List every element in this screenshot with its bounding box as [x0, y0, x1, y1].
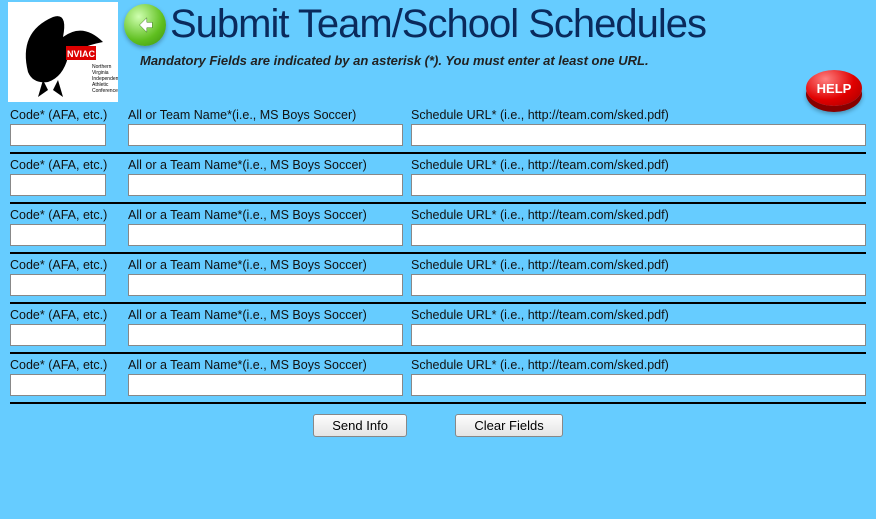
schedule-row: Code* (AFA, etc.) All or a Team Name*(i.…: [10, 306, 866, 354]
svg-text:NVIAC: NVIAC: [67, 49, 96, 59]
url-input[interactable]: [411, 124, 866, 146]
team-input[interactable]: [128, 224, 403, 246]
svg-text:Conference: Conference: [92, 88, 118, 94]
code-label: Code* (AFA, etc.): [10, 308, 120, 322]
schedule-row: Code* (AFA, etc.) All or a Team Name*(i.…: [10, 256, 866, 304]
send-info-button[interactable]: Send Info: [313, 414, 407, 437]
code-label: Code* (AFA, etc.): [10, 208, 120, 222]
team-label: All or a Team Name*(i.e., MS Boys Soccer…: [128, 308, 403, 322]
url-input[interactable]: [411, 274, 866, 296]
team-label: All or a Team Name*(i.e., MS Boys Soccer…: [128, 258, 403, 272]
url-label: Schedule URL* (i.e., http://team.com/ske…: [411, 158, 866, 172]
code-input[interactable]: [10, 274, 106, 296]
code-label: Code* (AFA, etc.): [10, 158, 120, 172]
schedule-row: Code* (AFA, etc.) All or Team Name*(i.e.…: [10, 106, 866, 154]
team-input[interactable]: [128, 174, 403, 196]
code-input[interactable]: [10, 174, 106, 196]
code-input[interactable]: [10, 224, 106, 246]
back-button[interactable]: [124, 4, 166, 46]
schedule-row: Code* (AFA, etc.) All or a Team Name*(i.…: [10, 356, 866, 404]
team-label: All or Team Name*(i.e., MS Boys Soccer): [128, 108, 403, 122]
code-label: Code* (AFA, etc.): [10, 358, 120, 372]
subtitle: Mandatory Fields are indicated by an ast…: [140, 53, 868, 68]
nviac-logo: NVIAC Northern Virginia Independent Athl…: [8, 2, 118, 102]
team-input[interactable]: [128, 324, 403, 346]
code-label: Code* (AFA, etc.): [10, 108, 120, 122]
team-input[interactable]: [128, 374, 403, 396]
schedule-row: Code* (AFA, etc.) All or a Team Name*(i.…: [10, 156, 866, 204]
url-input[interactable]: [411, 324, 866, 346]
code-label: Code* (AFA, etc.): [10, 258, 120, 272]
code-input[interactable]: [10, 324, 106, 346]
url-input[interactable]: [411, 224, 866, 246]
help-button[interactable]: HELP: [806, 70, 862, 114]
schedule-row: Code* (AFA, etc.) All or a Team Name*(i.…: [10, 206, 866, 254]
url-label: Schedule URL* (i.e., http://team.com/ske…: [411, 208, 866, 222]
url-input[interactable]: [411, 174, 866, 196]
url-label: Schedule URL* (i.e., http://team.com/ske…: [411, 108, 866, 122]
team-label: All or a Team Name*(i.e., MS Boys Soccer…: [128, 358, 403, 372]
team-input[interactable]: [128, 274, 403, 296]
url-label: Schedule URL* (i.e., http://team.com/ske…: [411, 308, 866, 322]
team-label: All or a Team Name*(i.e., MS Boys Soccer…: [128, 158, 403, 172]
team-label: All or a Team Name*(i.e., MS Boys Soccer…: [128, 208, 403, 222]
team-input[interactable]: [128, 124, 403, 146]
page-title: Submit Team/School Schedules: [170, 2, 706, 47]
url-input[interactable]: [411, 374, 866, 396]
schedule-form: Code* (AFA, etc.) All or Team Name*(i.e.…: [0, 102, 876, 437]
url-label: Schedule URL* (i.e., http://team.com/ske…: [411, 358, 866, 372]
clear-fields-button[interactable]: Clear Fields: [455, 414, 562, 437]
code-input[interactable]: [10, 374, 106, 396]
code-input[interactable]: [10, 124, 106, 146]
url-label: Schedule URL* (i.e., http://team.com/ske…: [411, 258, 866, 272]
help-label: HELP: [817, 81, 852, 96]
